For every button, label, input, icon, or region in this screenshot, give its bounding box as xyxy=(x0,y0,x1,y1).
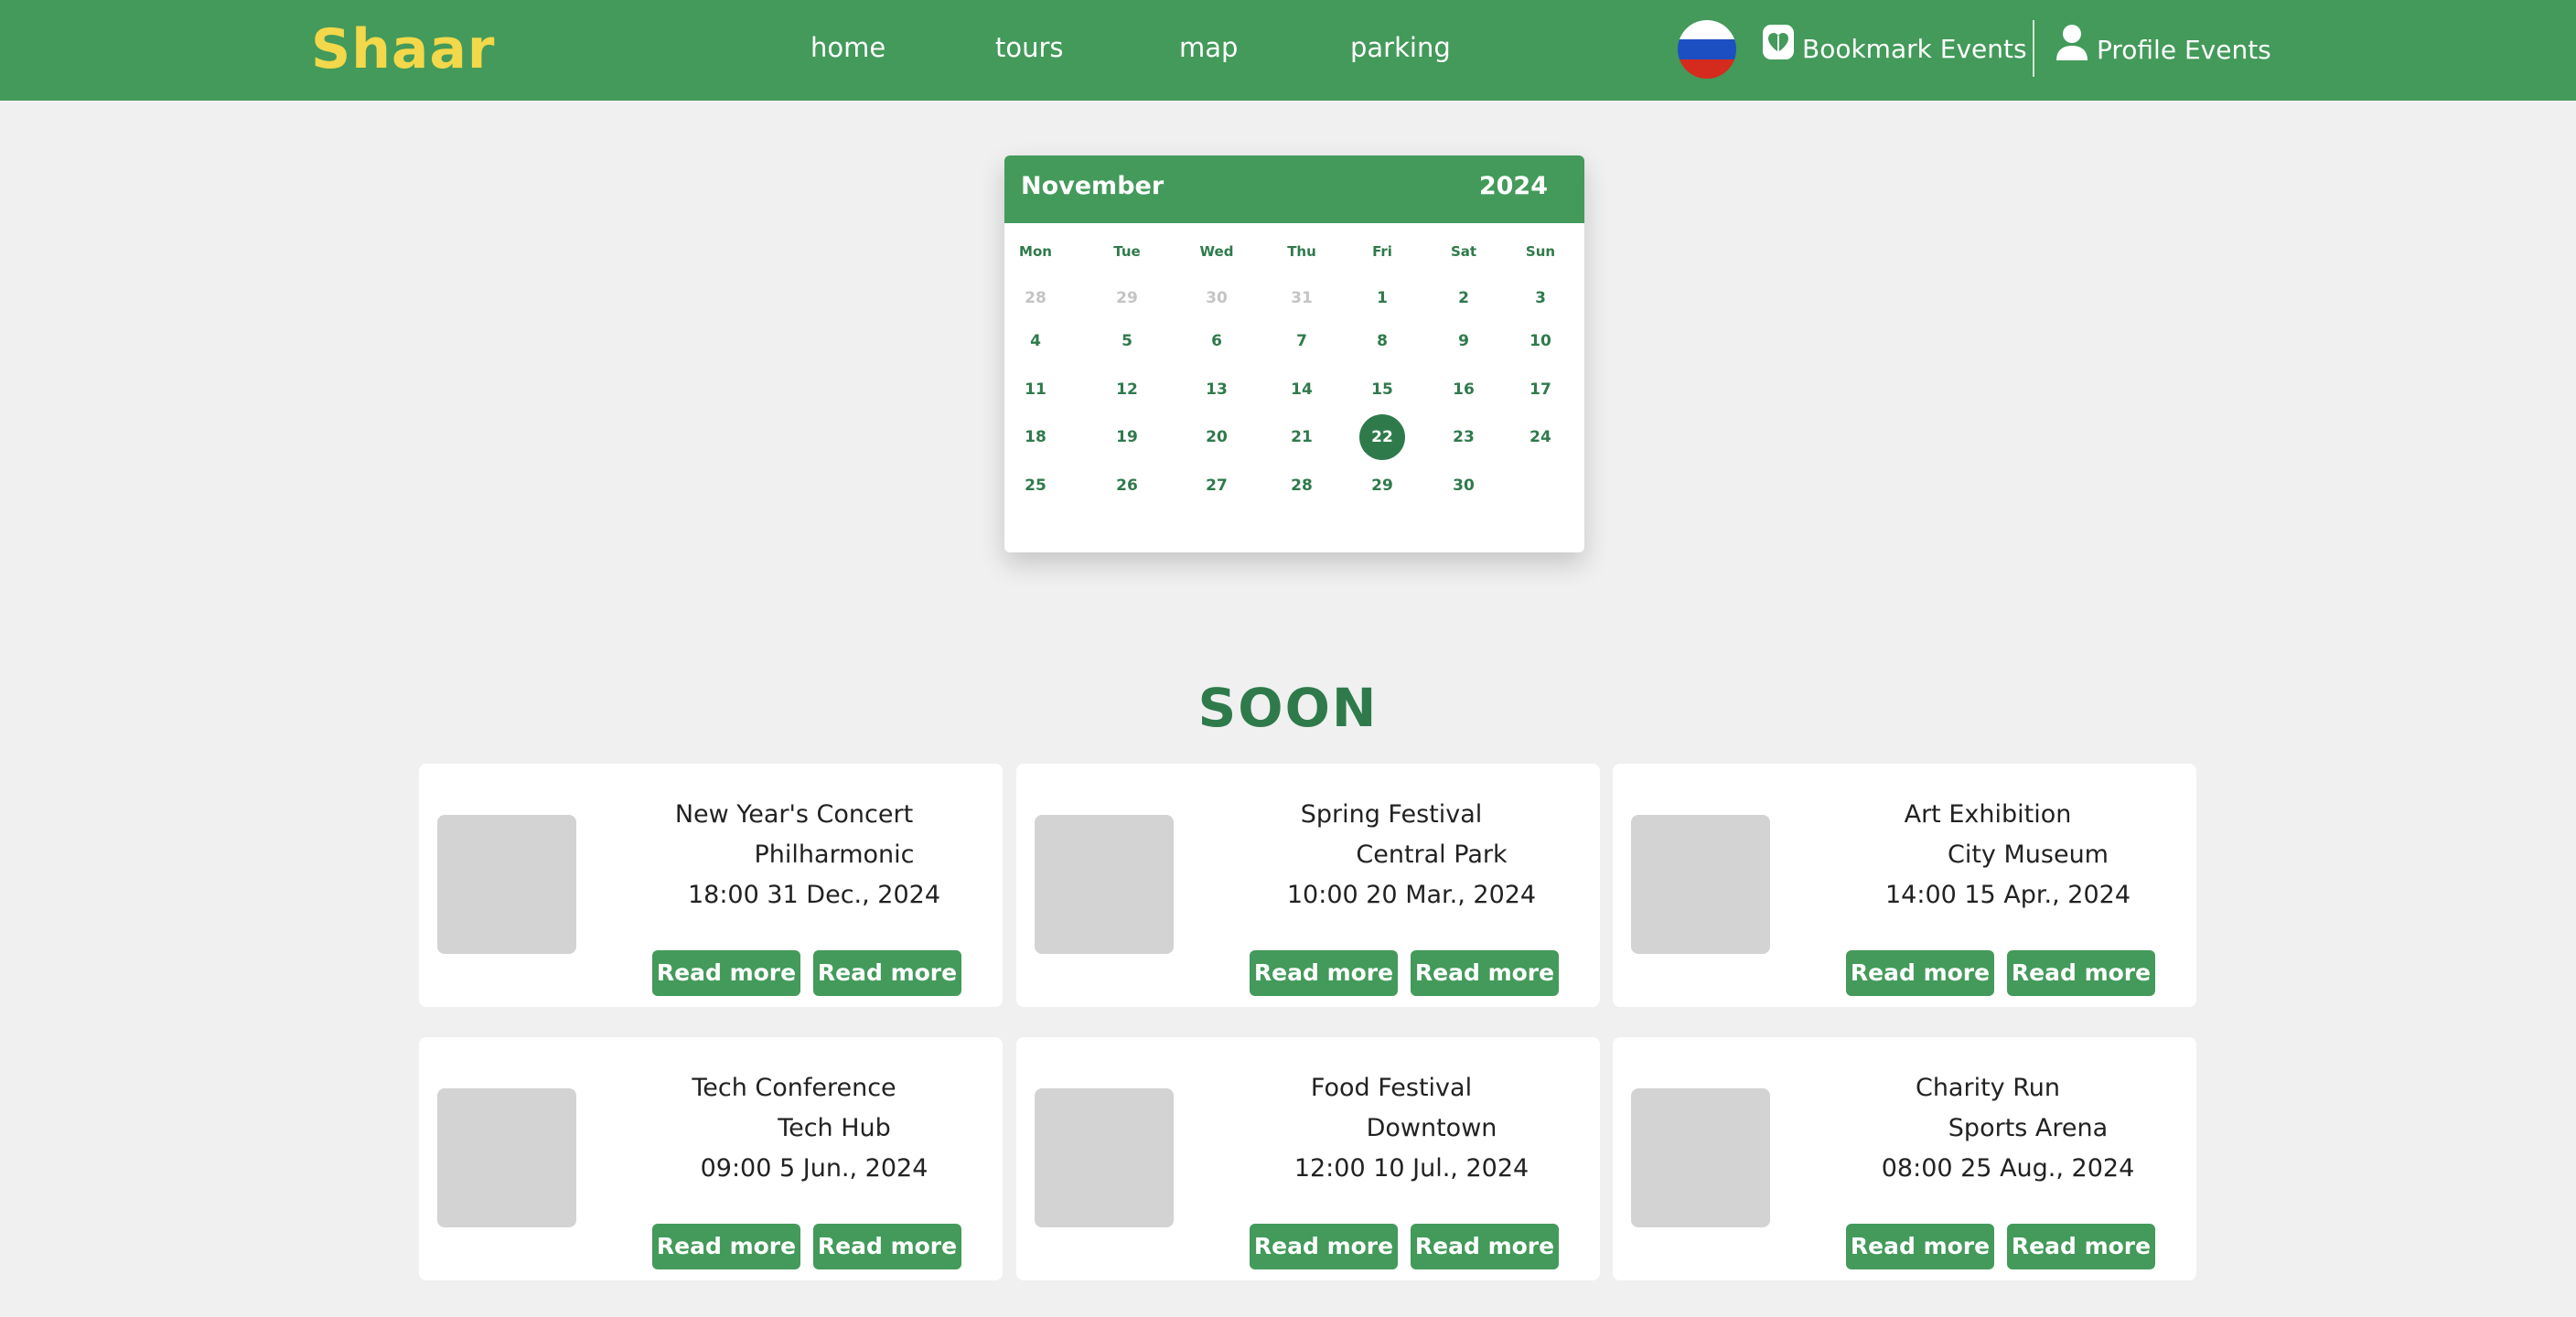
event-image-placeholder xyxy=(1035,815,1174,954)
bookmark-events-button[interactable]: Bookmark Events xyxy=(1762,24,2027,70)
read-more-button[interactable]: Read more xyxy=(652,1224,800,1269)
event-venue: Tech Hub xyxy=(778,1114,891,1142)
soon-heading: SOON xyxy=(1197,677,1379,739)
nav-parking[interactable]: parking xyxy=(1350,27,1451,68)
calendar-day[interactable]: 15 xyxy=(1359,367,1405,412)
calendar-day[interactable]: 2 xyxy=(1441,275,1487,321)
calendar-day[interactable]: 3 xyxy=(1518,275,1563,321)
calendar-day[interactable]: 20 xyxy=(1194,414,1240,460)
calendar-day[interactable]: 14 xyxy=(1279,367,1325,412)
calendar-day[interactable]: 12 xyxy=(1104,367,1150,412)
read-more-button[interactable]: Read more xyxy=(1250,1224,1398,1269)
calendar-day[interactable]: 11 xyxy=(1013,367,1058,412)
bookmark-events-label: Bookmark Events xyxy=(1802,34,2027,64)
event-name: Tech Conference xyxy=(692,1074,896,1102)
event-venue: City Museum xyxy=(1947,841,2109,869)
nav-home[interactable]: home xyxy=(810,27,886,68)
calendar-days-grid: 28 29 30 31 1 2 3 4 5 6 7 8 9 10 11 12 13 14 15 16 17 18 19 20 2… xyxy=(1004,155,1584,552)
calendar-day[interactable]: 10 xyxy=(1518,318,1563,364)
profile-events-button[interactable]: Profile Events xyxy=(2055,24,2271,70)
calendar-day[interactable]: 16 xyxy=(1441,367,1487,412)
calendar-day[interactable]: 7 xyxy=(1279,318,1325,364)
event-venue: Philharmonic xyxy=(754,841,915,869)
calendar-day[interactable]: 6 xyxy=(1194,318,1240,364)
calendar-day[interactable]: 9 xyxy=(1441,318,1487,364)
event-datetime: 08:00 25 Aug., 2024 xyxy=(1881,1154,2135,1183)
event-name: New Year's Concert xyxy=(674,800,914,829)
event-calendar: November 2024 Mon Tue Wed Thu Fri Sat Sun 28 29… xyxy=(1004,155,1584,552)
read-more-button[interactable]: Read more xyxy=(1250,950,1398,996)
event-image-placeholder xyxy=(1631,815,1770,954)
event-datetime: 18:00 31 Dec., 2024 xyxy=(687,881,941,909)
calendar-day[interactable]: 22 xyxy=(1359,414,1405,460)
read-more-button[interactable]: Read more xyxy=(813,1224,961,1269)
calendar-day[interactable]: 25 xyxy=(1013,463,1058,509)
event-datetime: 10:00 20 Mar., 2024 xyxy=(1286,881,1537,909)
calendar-day[interactable]: 18 xyxy=(1013,414,1058,460)
read-more-button[interactable]: Read more xyxy=(1846,1224,1994,1269)
event-image-placeholder xyxy=(1035,1088,1174,1227)
event-image-placeholder xyxy=(1631,1088,1770,1227)
calendar-day-prev-month[interactable]: 28 xyxy=(1013,275,1058,321)
event-image-placeholder xyxy=(437,1088,576,1227)
profile-events-label: Profile Events xyxy=(2097,35,2271,65)
russia-flag-icon[interactable] xyxy=(1678,20,1736,79)
event-name: Art Exhibition xyxy=(1904,800,2072,829)
calendar-day[interactable]: 26 xyxy=(1104,463,1150,509)
event-card[interactable]: New Year's Concert Philharmonic 18:00 31 D… xyxy=(419,764,1003,1007)
read-more-button[interactable]: Read more xyxy=(1411,1224,1559,1269)
event-datetime: 09:00 5 Jun., 2024 xyxy=(700,1154,928,1183)
calendar-day[interactable]: 1 xyxy=(1359,275,1405,321)
read-more-button[interactable]: Read more xyxy=(1411,950,1559,996)
bookmark-heart-icon xyxy=(1762,24,1795,75)
event-venue: Downtown xyxy=(1366,1114,1497,1142)
calendar-day-prev-month[interactable]: 30 xyxy=(1194,275,1240,321)
event-datetime: 14:00 15 Apr., 2024 xyxy=(1884,881,2131,909)
event-name: Spring Festival xyxy=(1300,800,1483,829)
calendar-day[interactable]: 27 xyxy=(1194,463,1240,509)
nav-map[interactable]: map xyxy=(1179,27,1238,68)
calendar-day[interactable]: 24 xyxy=(1518,414,1563,460)
event-card[interactable]: Charity Run Sports Arena 08:00 25 Aug., 20… xyxy=(1613,1037,2196,1280)
event-card[interactable]: Spring Festival Central Park 10:00 20 Mar.… xyxy=(1016,764,1600,1007)
event-venue: Sports Arena xyxy=(1948,1114,2109,1142)
site-logo[interactable]: Shaar xyxy=(311,13,496,86)
calendar-day-prev-month[interactable]: 29 xyxy=(1104,275,1150,321)
read-more-button[interactable]: Read more xyxy=(2007,950,2155,996)
calendar-day[interactable]: 29 xyxy=(1359,463,1405,509)
calendar-day-prev-month[interactable]: 31 xyxy=(1279,275,1325,321)
event-name: Food Festival xyxy=(1310,1074,1473,1102)
top-header: Shaar home tours map parking Bookmark Ev… xyxy=(0,0,2576,101)
user-icon xyxy=(2055,24,2089,77)
event-venue: Central Park xyxy=(1356,841,1508,869)
event-card[interactable]: Food Festival Downtown 12:00 10 Jul., 2024… xyxy=(1016,1037,1600,1280)
calendar-day[interactable]: 5 xyxy=(1104,318,1150,364)
calendar-day[interactable]: 13 xyxy=(1194,367,1240,412)
event-datetime: 12:00 10 Jul., 2024 xyxy=(1293,1154,1530,1183)
calendar-day[interactable]: 19 xyxy=(1104,414,1150,460)
calendar-day[interactable]: 21 xyxy=(1279,414,1325,460)
calendar-day[interactable]: 4 xyxy=(1013,318,1058,364)
event-card[interactable]: Tech Conference Tech Hub 09:00 5 Jun., 202… xyxy=(419,1037,1003,1280)
calendar-day[interactable]: 8 xyxy=(1359,318,1405,364)
event-name: Charity Run xyxy=(1915,1074,2061,1102)
calendar-day[interactable]: 23 xyxy=(1441,414,1487,460)
read-more-button[interactable]: Read more xyxy=(652,950,800,996)
calendar-day[interactable]: 28 xyxy=(1279,463,1325,509)
event-image-placeholder xyxy=(437,815,576,954)
read-more-button[interactable]: Read more xyxy=(2007,1224,2155,1269)
calendar-day[interactable]: 17 xyxy=(1518,367,1563,412)
header-divider xyxy=(2033,20,2034,77)
read-more-button[interactable]: Read more xyxy=(1846,950,1994,996)
nav-tours[interactable]: tours xyxy=(995,27,1064,68)
event-card[interactable]: Art Exhibition City Museum 14:00 15 Apr., … xyxy=(1613,764,2196,1007)
calendar-day[interactable]: 30 xyxy=(1441,463,1487,509)
read-more-button[interactable]: Read more xyxy=(813,950,961,996)
